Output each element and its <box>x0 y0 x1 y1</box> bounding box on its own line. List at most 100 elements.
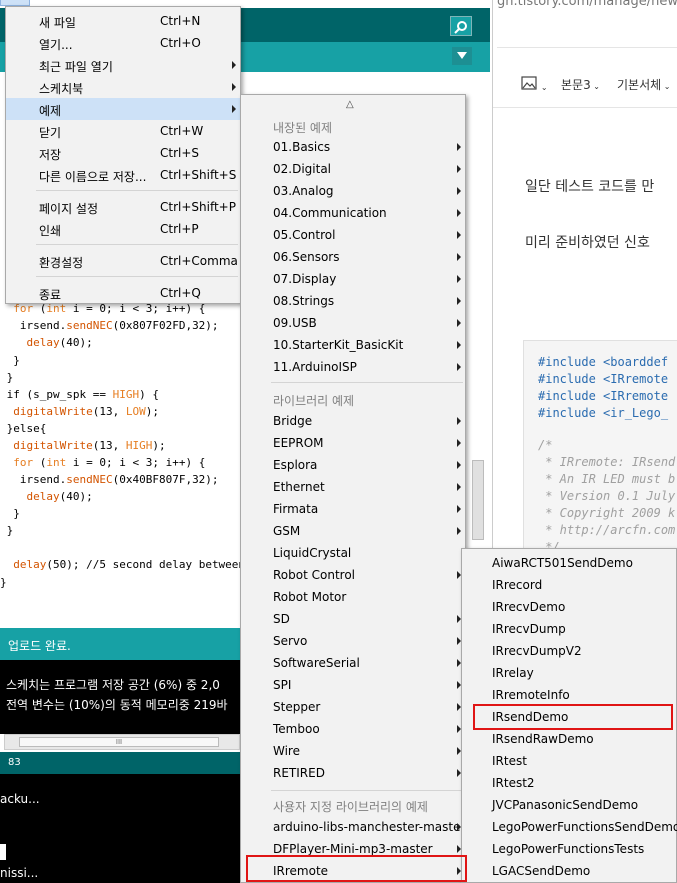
examples-item[interactable]: GSM <box>241 520 465 542</box>
irremote-example-item[interactable]: AiwaRCT501SendDemo <box>462 552 676 574</box>
font-dropdown[interactable]: 기본서체 ⌄ <box>617 76 670 93</box>
irremote-example-item[interactable]: IRtest2 <box>462 772 676 794</box>
code-function: sendNEC <box>66 473 113 486</box>
examples-item[interactable]: Temboo <box>241 718 465 740</box>
menu-item-label: IRrecvDump <box>492 622 566 636</box>
code-function: delay <box>26 336 60 349</box>
examples-item[interactable]: Stepper <box>241 696 465 718</box>
font-label: 기본서체 <box>617 78 662 92</box>
menu-item-label: SPI <box>273 678 292 692</box>
horizontal-scrollbar[interactable]: III <box>4 734 240 750</box>
file-menu-item[interactable]: 인쇄 Ctrl+P <box>6 218 240 240</box>
irremote-example-item[interactable]: IRremoteInfo <box>462 684 676 706</box>
irremote-example-item[interactable]: IRtest <box>462 750 676 772</box>
file-menu-item[interactable]: 저장 Ctrl+S <box>6 142 240 164</box>
code-text: } <box>0 576 7 589</box>
examples-item[interactable]: RETIRED <box>241 762 465 784</box>
submenu-arrow-icon <box>457 231 461 239</box>
examples-item[interactable]: 08.Strings <box>241 290 465 312</box>
serial-monitor-button[interactable] <box>450 16 472 36</box>
menu-section-header: 라이브러리 예제 <box>273 394 355 408</box>
scroll-up-arrow[interactable]: △ <box>346 99 354 110</box>
menu-item-label: IRrecvDumpV2 <box>492 644 582 658</box>
examples-item[interactable]: 07.Display <box>241 268 465 290</box>
examples-item[interactable]: Firmata <box>241 498 465 520</box>
examples-item[interactable]: arduino-libs-manchester-master <box>241 816 465 838</box>
menu-item-label: Robot Control <box>273 568 355 582</box>
menu-item-label: IRrelay <box>492 666 534 680</box>
examples-item[interactable]: 03.Analog <box>241 180 465 202</box>
submenu-arrow-icon <box>232 105 236 113</box>
examples-item[interactable]: 01.Basics <box>241 136 465 158</box>
image-icon[interactable]: ⌄ <box>521 76 548 93</box>
irremote-example-item[interactable]: IRrecvDemo <box>462 596 676 618</box>
examples-item[interactable]: Robot Motor <box>241 586 465 608</box>
file-menu-item[interactable]: 닫기 Ctrl+W <box>6 120 240 142</box>
irremote-example-item[interactable]: LegoPowerFunctionsTests <box>462 838 676 860</box>
file-menu-item[interactable]: 다른 이름으로 저장... Ctrl+Shift+S <box>6 164 240 186</box>
examples-item[interactable]: EEPROM <box>241 432 465 454</box>
menu-item-label: 07.Display <box>273 272 337 286</box>
paragraph-style-dropdown[interactable]: 본문3 ⌄ <box>561 76 600 93</box>
submenu-arrow-icon <box>457 505 461 513</box>
menu-item-label: 02.Digital <box>273 162 332 176</box>
examples-item[interactable]: 09.USB <box>241 312 465 334</box>
address-bar[interactable]: gh.tistory.com/manage/new/ <box>497 0 677 48</box>
code-function: delay <box>26 490 60 503</box>
menu-item-shortcut: Ctrl+Shift+S <box>160 168 237 182</box>
irremote-example-item[interactable]: LegoPowerFunctionsSendDemo <box>462 816 677 838</box>
examples-item[interactable]: 02.Digital <box>241 158 465 180</box>
submenu-arrow-icon <box>457 297 461 305</box>
irremote-example-item[interactable]: IRrecord <box>462 574 676 596</box>
menu-item-label: 06.Sensors <box>273 250 340 264</box>
examples-item[interactable]: SoftwareSerial <box>241 652 465 674</box>
examples-item[interactable]: 05.Control <box>241 224 465 246</box>
menu-item-label: JVCPanasonicSendDemo <box>492 798 639 812</box>
menu-item-shortcut: Ctrl+S <box>160 146 200 160</box>
menu-item-label: 최근 파일 열기 <box>39 60 113 74</box>
file-menu-item[interactable]: 종료 Ctrl+Q <box>6 282 240 304</box>
file-menu-item[interactable]: 열기... Ctrl+O <box>6 32 240 54</box>
examples-item[interactable]: 11.ArduinoISP <box>241 356 465 378</box>
menu-item-label: 08.Strings <box>273 294 335 308</box>
file-menu-item[interactable]: 새 파일 Ctrl+N <box>6 10 240 32</box>
examples-item[interactable]: LiquidCrystal <box>241 542 465 564</box>
examples-item[interactable]: Esplora <box>241 454 465 476</box>
examples-item[interactable]: Bridge <box>241 410 465 432</box>
irremote-example-item[interactable]: IRrelay <box>462 662 676 684</box>
irremote-example-item[interactable]: IRrecvDump <box>462 618 676 640</box>
examples-item[interactable]: Servo <box>241 630 465 652</box>
irremote-example-item[interactable]: IRrecvDumpV2 <box>462 640 676 662</box>
irremote-example-item[interactable]: JVCPanasonicSendDemo <box>462 794 676 816</box>
file-menu-item[interactable]: 페이지 설정 Ctrl+Shift+P <box>6 196 240 218</box>
code-line: } <box>0 507 20 520</box>
terminal-window: acku... nissi... <box>0 774 240 883</box>
file-menu-item[interactable]: 예제 <box>6 98 240 120</box>
examples-item[interactable]: 06.Sensors <box>241 246 465 268</box>
examples-item[interactable]: Robot Control <box>241 564 465 586</box>
menu-item-label: 종료 <box>39 288 62 302</box>
menu-item-label: RETIRED <box>273 766 325 780</box>
file-menu-item[interactable]: 환경설정 Ctrl+Comma <box>6 250 240 272</box>
irremote-example-item[interactable]: LGACSendDemo <box>462 860 676 882</box>
examples-item[interactable]: 10.StarterKit_BasicKit <box>241 334 465 356</box>
scroll-thumb[interactable]: III <box>19 737 219 747</box>
examples-scrollbar[interactable] <box>472 460 484 540</box>
code-text: (50); //5 second delay between <box>46 558 240 571</box>
code-line: } <box>0 524 14 537</box>
menu-item-label: 새 파일 <box>39 16 76 30</box>
file-menu-item[interactable]: 스케치북 <box>6 76 240 98</box>
console-line: 스케치는 프로그램 저장 공간 (6%) 중 2,0 <box>6 678 220 692</box>
irremote-example-item[interactable]: IRsendRawDemo <box>462 728 676 750</box>
file-menu-item[interactable]: 최근 파일 열기 <box>6 54 240 76</box>
submenu-arrow-icon <box>457 209 461 217</box>
examples-item[interactable]: 04.Communication <box>241 202 465 224</box>
examples-item[interactable]: SPI <box>241 674 465 696</box>
examples-item[interactable]: Ethernet <box>241 476 465 498</box>
examples-item[interactable]: Wire <box>241 740 465 762</box>
examples-item[interactable]: SD <box>241 608 465 630</box>
tab-menu-button[interactable] <box>452 47 472 65</box>
code-text: (40); <box>59 336 93 349</box>
code-function: sendNEC <box>66 319 113 332</box>
